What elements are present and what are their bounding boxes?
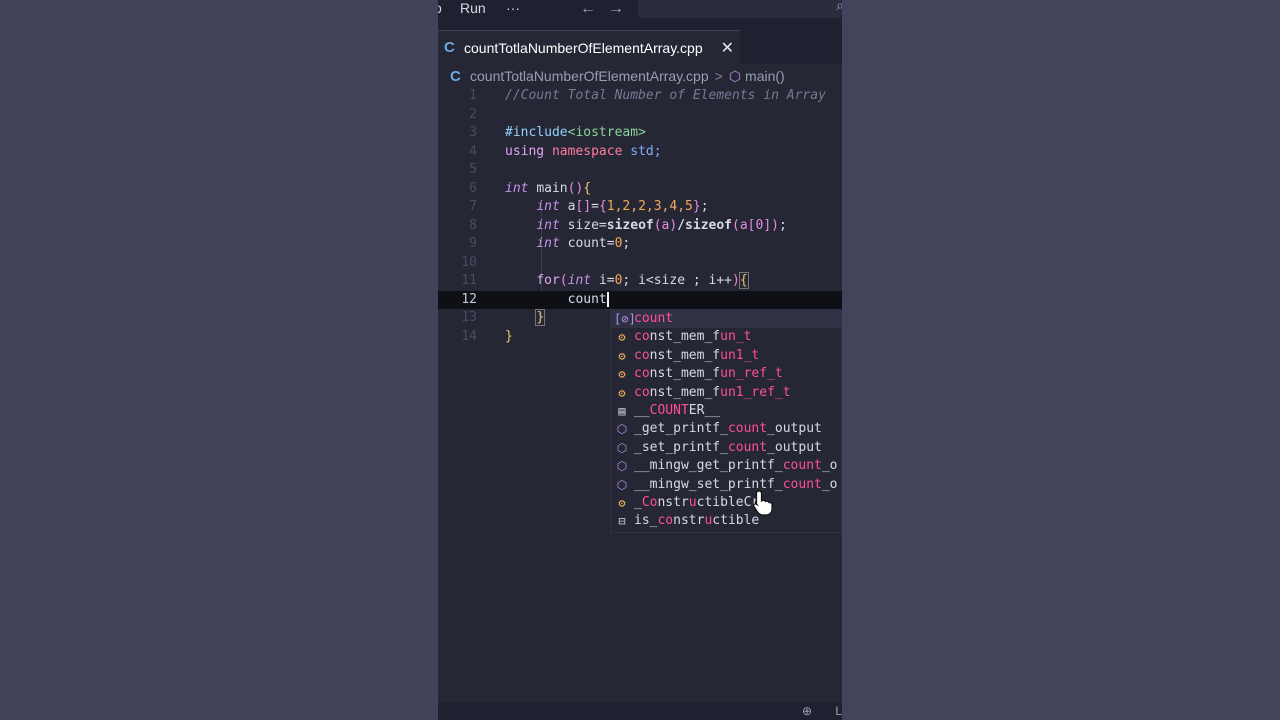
suggestion-item[interactable]: ⚙ const_mem_fun_ref_t bbox=[611, 365, 841, 383]
method-icon: ⬡ bbox=[616, 440, 628, 455]
class-icon: ⚙ bbox=[618, 348, 626, 363]
code-area[interactable]: 1//Count Total Number of Elements in Arr… bbox=[438, 87, 842, 346]
command-center-search[interactable]: ⌕ bbox=[638, 0, 842, 18]
code-line-active: 12 count bbox=[438, 290, 842, 309]
text-cursor bbox=[606, 291, 609, 307]
menu-bar: o Run ··· ← → ⌕ bbox=[438, 0, 842, 26]
cpp-file-icon: C bbox=[444, 39, 455, 56]
method-icon: ⬡ bbox=[616, 422, 628, 437]
breadcrumb: C countTotlaNumberOfElementArray.cpp > ⬡… bbox=[438, 64, 842, 88]
menu-item-partial[interactable]: o bbox=[438, 0, 442, 26]
tab-count-total-file[interactable]: C countTotlaNumberOfElementArray.cpp ✕ bbox=[438, 30, 740, 64]
tab-bar: C countTotlaNumberOfElementArray.cpp ✕ bbox=[438, 26, 842, 64]
code-line: 5 bbox=[469, 162, 477, 177]
suggestion-item[interactable]: [⊘] count bbox=[611, 310, 841, 329]
class-icon: ⚙ bbox=[618, 367, 626, 382]
cpp-file-icon: C bbox=[450, 67, 461, 85]
method-icon: ⬡ bbox=[616, 477, 628, 492]
chevron-right-icon: > bbox=[714, 68, 723, 84]
forward-arrow-icon[interactable]: → bbox=[608, 0, 624, 18]
code-line: 11 for(int i=0; i<size ; i++){ bbox=[461, 272, 749, 289]
suggestion-item[interactable]: ⚙ const_mem_fun1_ref_t bbox=[611, 384, 841, 402]
code-editor-window: o Run ··· ← → ⌕ C countTotlaNumberOfElem… bbox=[438, 0, 842, 720]
code-line: 9 int count=0; bbox=[469, 236, 631, 251]
suggestion-item[interactable]: ⬡ __mingw_get_printf_count_o bbox=[611, 457, 841, 475]
method-icon: ⬡ bbox=[616, 459, 628, 474]
suggestion-item[interactable]: ▤ __COUNTER__ bbox=[611, 402, 841, 420]
code-line: 10 bbox=[461, 254, 477, 270]
background-left bbox=[0, 0, 438, 720]
status-bar: ⊕ L bbox=[438, 702, 842, 720]
code-line: 8 int size=sizeof(a)/sizeof(a[0]); bbox=[469, 217, 787, 233]
code-line: 4 using namespace std; bbox=[469, 143, 662, 159]
suggestion-item[interactable]: ⊟ is_constructible bbox=[611, 512, 841, 530]
code-line: 2 bbox=[469, 106, 477, 122]
back-arrow-icon[interactable]: ← bbox=[580, 0, 596, 18]
search-icon: ⌕ bbox=[836, 0, 842, 13]
suggestion-item[interactable]: ⬡ __mingw_set_printf_count_o bbox=[611, 476, 841, 494]
tab-title: countTotlaNumberOfElementArray.cpp bbox=[464, 39, 703, 56]
struct-icon: ⊟ bbox=[618, 514, 626, 529]
close-icon[interactable]: ✕ bbox=[721, 38, 734, 58]
hand-pointer-cursor-icon bbox=[753, 490, 773, 516]
breadcrumb-file[interactable]: countTotlaNumberOfElementArray.cpp bbox=[470, 68, 709, 84]
class-icon: ⚙ bbox=[618, 495, 626, 510]
code-line: 1//Count Total Number of Elements in Arr… bbox=[469, 88, 826, 103]
breadcrumb-symbol[interactable]: main() bbox=[745, 68, 785, 84]
suggestion-item[interactable]: ⬡ _set_printf_count_output bbox=[611, 439, 841, 457]
suggestion-widget: [⊘] count ⚙ const_mem_fun_t ⚙ const_mem_fun… bbox=[610, 309, 842, 533]
class-icon: ⚙ bbox=[618, 385, 626, 400]
class-icon: ⚙ bbox=[618, 330, 626, 345]
method-icon: ⬡ bbox=[728, 67, 742, 84]
code-line: 3 #include<iostream> bbox=[469, 125, 646, 140]
code-line: 6 int main(){ bbox=[469, 180, 592, 196]
suggestion-item[interactable]: ⚙ const_mem_fun_t bbox=[611, 328, 841, 346]
menu-more-button[interactable]: ··· bbox=[506, 0, 520, 26]
suggestion-item[interactable]: ⚙ _ConstructibleCr bbox=[611, 494, 841, 512]
code-line: 7 int a[]={1,2,2,3,4,5}; bbox=[469, 199, 709, 214]
suggestion-item[interactable]: ⚙ const_mem_fun1_t bbox=[611, 347, 841, 365]
text-icon: ▤ bbox=[618, 403, 626, 418]
status-item[interactable]: L bbox=[835, 704, 842, 718]
background-right bbox=[842, 0, 1280, 720]
zoom-icon[interactable]: ⊕ bbox=[802, 704, 812, 718]
menu-item-run[interactable]: Run bbox=[460, 0, 486, 26]
variable-icon: [⊘] bbox=[614, 312, 636, 326]
suggestion-item[interactable]: ⬡ _get_printf_count_output bbox=[611, 420, 841, 438]
